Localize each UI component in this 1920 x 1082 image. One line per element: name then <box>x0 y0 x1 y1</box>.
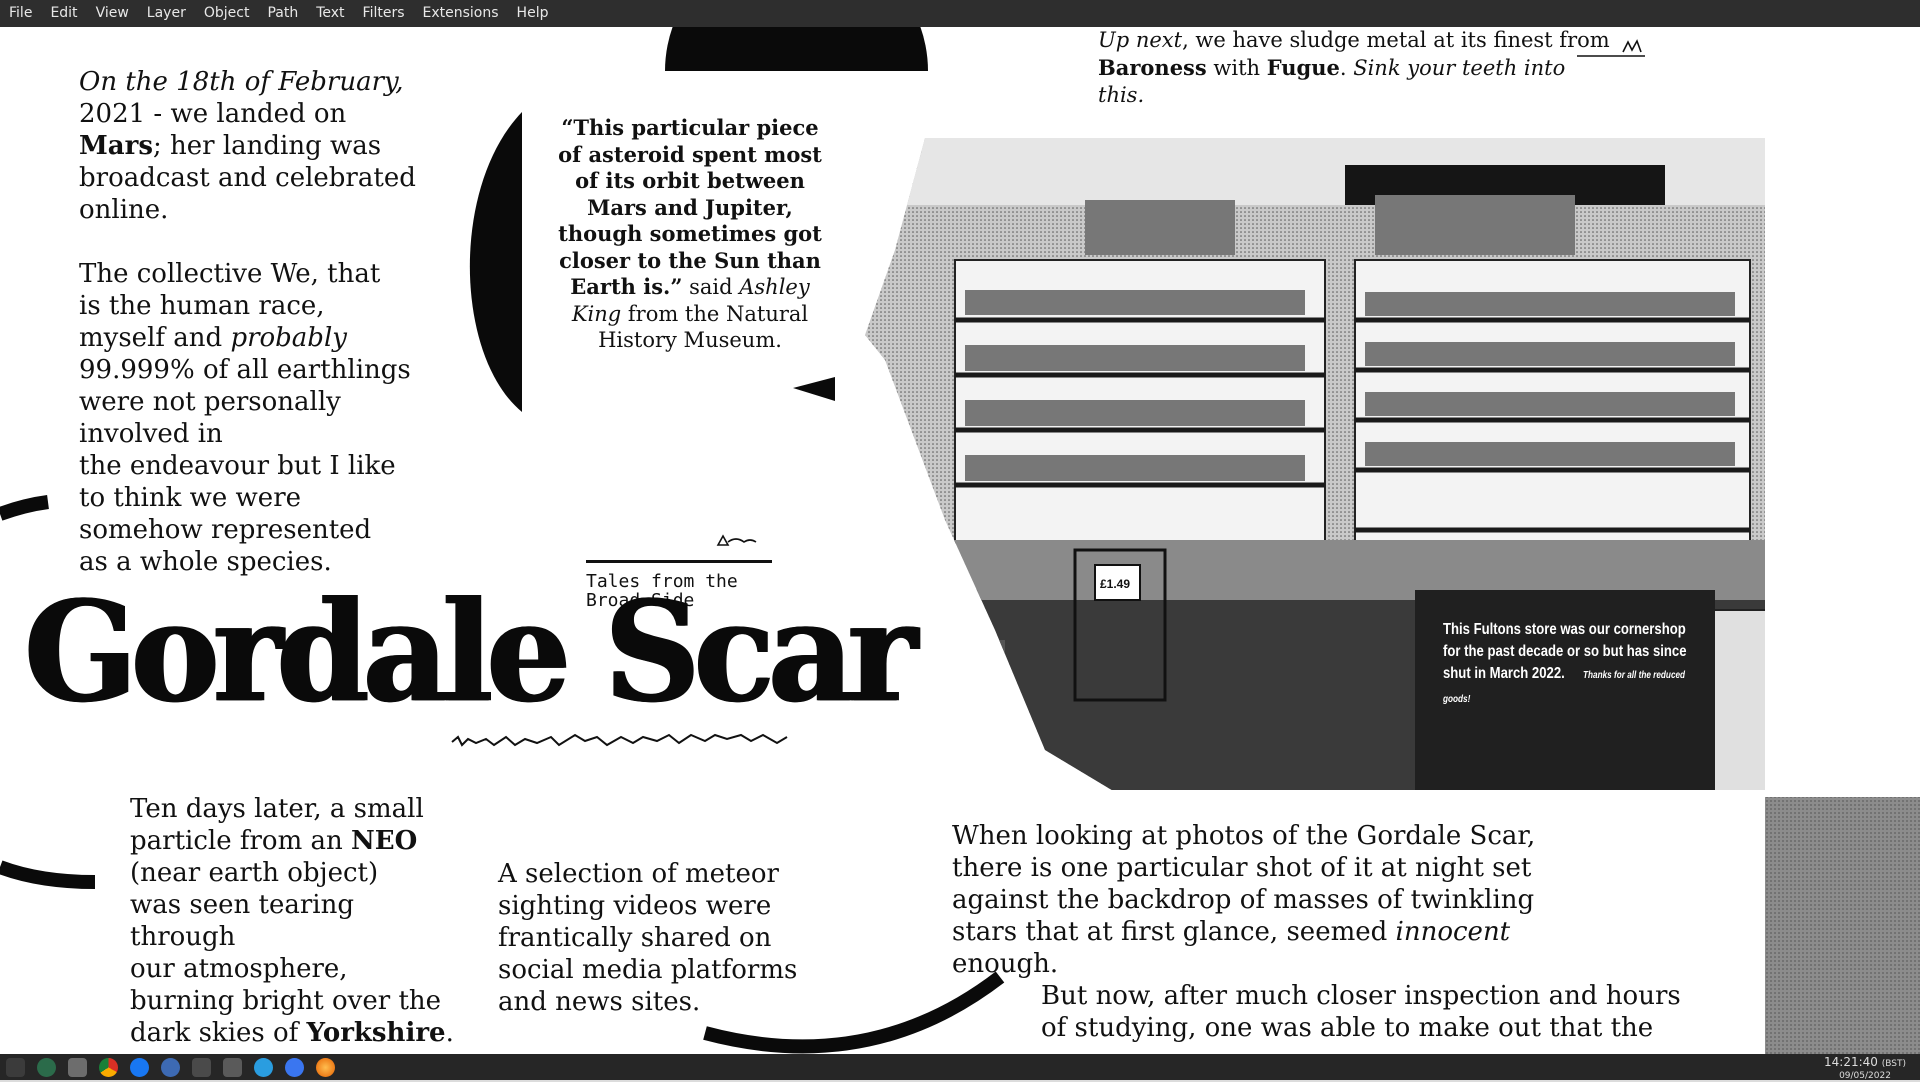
inspection-line: of studying, one was able to make out th… <box>1041 1013 1654 1043</box>
intro-line: involved in <box>79 419 223 449</box>
intro-line: Mars; her landing was <box>79 131 382 161</box>
quote-text: “This particular piece of asteroid spent… <box>558 115 822 299</box>
neo-line: (near earth object) <box>130 858 379 888</box>
intro-line: somehow represented <box>79 515 372 545</box>
small-triangle <box>793 377 835 401</box>
gordale-line: enough. <box>952 949 1059 979</box>
inkscape-window-icon[interactable] <box>223 1057 242 1077</box>
neo-line: particle from an NEO <box>130 826 418 856</box>
inkscape-icon[interactable] <box>37 1057 56 1077</box>
top-right-note[interactable]: Up next, we have sludge metal at its fin… <box>1098 27 1618 109</box>
menu-view[interactable]: View <box>87 0 138 27</box>
inspection-paragraph[interactable]: But now, after much closer inspection an… <box>1041 980 1741 1044</box>
photo-caption: This Fultons store was our cornershop fo… <box>1443 619 1705 711</box>
left-crescent <box>469 112 522 412</box>
meteor-paragraph[interactable]: A selection of meteor sighting videos we… <box>498 858 818 1018</box>
neo-line: burning bright over the <box>130 986 442 1016</box>
intro-line: broadcast and celebrated <box>79 163 416 193</box>
menu-bar: File Edit View Layer Object Path Text Fi… <box>0 0 1920 27</box>
menu-filters[interactable]: Filters <box>354 0 414 27</box>
firefox-icon[interactable] <box>316 1057 335 1077</box>
terminal-icon[interactable] <box>192 1057 211 1077</box>
meteor-line: A selection of meteor <box>498 859 779 889</box>
intro-line: to think we were <box>79 483 302 513</box>
gordale-line: When looking at photos of the Gordale Sc… <box>952 821 1536 851</box>
caption-line-1: This Fultons store was our cornershop <box>1443 621 1686 638</box>
blue-app-icon[interactable] <box>254 1057 273 1077</box>
document-page[interactable]: £1.49 This Fultons store was our corners… <box>0 27 1765 1054</box>
file-manager-icon[interactable] <box>68 1057 87 1077</box>
meteor-line: social media platforms <box>498 955 798 985</box>
chrome-icon[interactable] <box>99 1057 118 1077</box>
inspection-line: But now, after much closer inspection an… <box>1041 981 1681 1011</box>
neo-line: dark skies of Yorkshire. <box>130 1018 454 1048</box>
intro-line: 99.999% of all earthlings <box>79 355 411 385</box>
signal-icon[interactable] <box>285 1057 304 1077</box>
menu-edit[interactable]: Edit <box>41 0 86 27</box>
intro-line: is the human race, <box>79 291 325 321</box>
neo-line: Ten days later, a small <box>130 794 424 824</box>
intro-line: were not personally <box>79 387 341 417</box>
document-canvas[interactable]: £1.49 This Fultons store was our corners… <box>0 27 1920 1054</box>
menu-path[interactable]: Path <box>258 0 307 27</box>
headset-icon[interactable] <box>161 1057 180 1077</box>
menu-object[interactable]: Object <box>195 0 259 27</box>
page-overflow-area <box>1765 27 1920 797</box>
menu-text[interactable]: Text <box>307 0 353 27</box>
gordale-line: against the backdrop of masses of twinkl… <box>952 885 1535 915</box>
tales-logo-doodle <box>716 534 757 546</box>
intro-line: myself and probably <box>79 323 347 353</box>
gordale-paragraph[interactable]: When looking at photos of the Gordale Sc… <box>952 820 1592 980</box>
underline-doodle <box>1577 39 1645 57</box>
price-tag: £1.49 <box>1100 577 1130 591</box>
messenger-icon[interactable] <box>130 1057 149 1077</box>
neo-line: our atmosphere, <box>130 954 348 984</box>
menu-layer[interactable]: Layer <box>138 0 195 27</box>
caption-line-2: for the past decade or so but has since <box>1443 643 1687 660</box>
neo-line: was seen tearing <box>130 890 354 920</box>
signature-scribble <box>451 733 788 747</box>
top-semicircle <box>665 27 928 71</box>
left-ring-arc-top <box>0 495 49 521</box>
intro-line: online. <box>79 195 169 225</box>
intro-line: The collective We, that <box>79 259 381 289</box>
pull-quote[interactable]: “This particular piece of asteroid spent… <box>552 115 828 354</box>
left-ring-arc-bottom <box>0 860 96 889</box>
gordale-line: there is one particular shot of it at ni… <box>952 853 1532 883</box>
intro-paragraph[interactable]: On the 18th of February, 2021 - we lande… <box>79 66 419 578</box>
app-menu-icon[interactable] <box>6 1057 25 1077</box>
menu-file[interactable]: File <box>0 0 41 27</box>
menu-help[interactable]: Help <box>508 0 558 27</box>
meteor-line: and news sites. <box>498 987 701 1017</box>
system-clock[interactable]: 14:21:40 (BST) 09/05/2022 <box>1824 1056 1906 1082</box>
neo-paragraph[interactable]: Ten days later, a small particle from an… <box>130 793 460 1049</box>
intro-line: the endeavour but I like <box>79 451 396 481</box>
meteor-line: frantically shared on <box>498 923 772 953</box>
note-line: Baroness with Fugue. Sink your teeth int… <box>1098 55 1566 107</box>
menu-extensions[interactable]: Extensions <box>414 0 508 27</box>
intro-line: 2021 - we landed on <box>79 99 347 129</box>
neo-line: through <box>130 922 236 952</box>
meteor-line: sighting videos were <box>498 891 772 921</box>
note-line: Up next, we have sludge metal at its fin… <box>1098 28 1610 52</box>
caption-line-3: shut in March 2022. Thanks for all the r… <box>1443 665 1686 705</box>
gordale-line: stars that at first glance, seemed innoc… <box>952 917 1511 947</box>
page-title[interactable]: Gordale Scar <box>24 579 917 727</box>
taskbar: 14:21:40 (BST) 09/05/2022 <box>0 1054 1920 1082</box>
intro-line: On the 18th of February, <box>79 67 404 97</box>
